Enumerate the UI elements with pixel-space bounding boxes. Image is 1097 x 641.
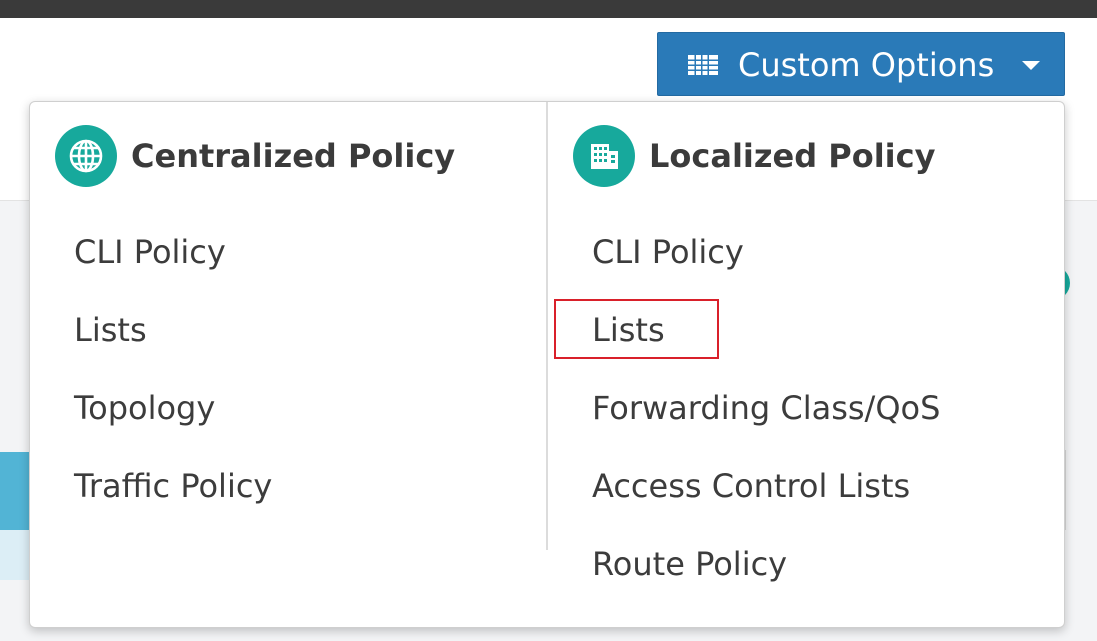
localized-route-policy-item[interactable]: Route Policy (592, 544, 787, 584)
localized-policy-header: Localized Policy (573, 124, 935, 188)
centralized-policy-title: Centralized Policy (131, 137, 456, 175)
top-app-bar (0, 0, 1097, 18)
grid-icon (688, 55, 718, 75)
localized-cli-policy-item[interactable]: CLI Policy (592, 232, 744, 272)
caret-down-icon (1022, 61, 1040, 70)
centralized-cli-policy-item[interactable]: CLI Policy (74, 232, 226, 272)
custom-options-dropdown: Centralized Policy CLI Policy Lists Topo… (29, 101, 1065, 628)
custom-options-label: Custom Options (738, 46, 995, 84)
centralized-topology-item[interactable]: Topology (74, 388, 215, 428)
localized-forwarding-class-qos-item[interactable]: Forwarding Class/QoS (592, 388, 940, 428)
localized-policy-title: Localized Policy (649, 137, 936, 175)
building-icon (573, 125, 635, 187)
centralized-lists-item[interactable]: Lists (74, 310, 147, 350)
localized-lists-item[interactable]: Lists (592, 310, 665, 350)
column-divider (546, 102, 548, 550)
custom-options-button[interactable]: Custom Options (657, 32, 1065, 96)
localized-access-control-lists-item[interactable]: Access Control Lists (592, 466, 910, 506)
centralized-policy-header: Centralized Policy (55, 124, 455, 188)
globe-icon (55, 125, 117, 187)
centralized-traffic-policy-item[interactable]: Traffic Policy (74, 466, 272, 506)
